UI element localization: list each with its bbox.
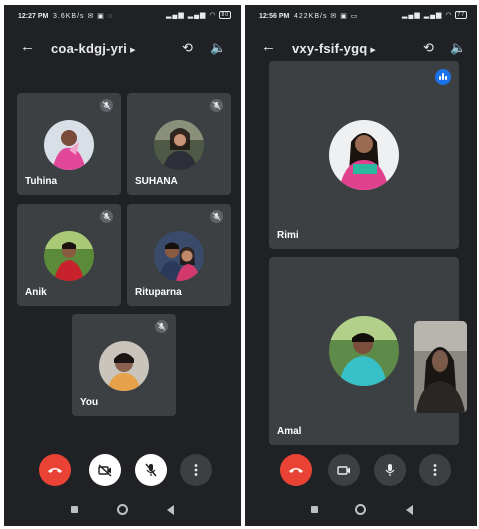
status-speed: 3.6KB/s — [53, 13, 85, 20]
camera-off-button[interactable] — [89, 454, 121, 486]
more-vert-icon — [433, 464, 437, 476]
back-icon[interactable] — [167, 505, 174, 515]
participant-name: Rituparna — [135, 287, 182, 298]
end-call-button[interactable] — [39, 454, 71, 486]
videocam-icon — [337, 466, 350, 475]
status-notification-icons: 3.6KB/s ✉ ▣ ◌ — [53, 13, 113, 20]
mic-off-icon — [210, 210, 223, 223]
participant-name: Tuhina — [25, 176, 58, 187]
mic-off-button[interactable] — [135, 454, 167, 486]
avatar — [154, 231, 204, 281]
android-nav-bar — [4, 496, 241, 526]
participant-tile-anik[interactable]: Anik — [17, 204, 121, 306]
mic-off-icon — [100, 99, 113, 112]
back-arrow-icon[interactable]: ← — [261, 38, 276, 55]
more-vert-icon — [194, 464, 198, 476]
status-time: 12:27 PM — [18, 13, 49, 20]
participant-name: SUHANA — [135, 176, 178, 187]
status-bar: 12:27 PM 3.6KB/s ✉ ▣ ◌ ▂▄▆ ▂▄▆ ◠ 80 — [4, 5, 241, 27]
home-icon[interactable] — [355, 504, 366, 515]
android-nav-bar — [245, 496, 477, 526]
hangup-icon — [289, 468, 303, 473]
participant-name: You — [80, 397, 99, 408]
mic-off-icon — [145, 463, 157, 477]
avatar — [44, 120, 94, 170]
recents-icon[interactable] — [311, 506, 318, 513]
videocam-off-icon — [98, 464, 112, 477]
speaker-icon[interactable]: 🔈 — [450, 40, 466, 56]
back-arrow-icon[interactable]: ← — [20, 38, 35, 55]
switch-camera-icon[interactable]: ⟲ — [182, 40, 193, 56]
call-controls — [245, 454, 477, 490]
status-time: 12:56 PM — [259, 13, 290, 20]
participant-tile-you[interactable]: You — [72, 314, 176, 416]
avatar — [44, 231, 94, 281]
mic-off-icon — [210, 99, 223, 112]
more-options-button[interactable] — [419, 454, 451, 486]
avatar — [99, 341, 149, 391]
right-meet-screen: 12:56 PM 422KB/s ✉ ▣ ▭ ▂▄▆ ▂▄▆ ◠ 77 ← vx… — [245, 5, 477, 526]
more-options-button[interactable] — [180, 454, 212, 486]
caret-right-icon: ▶ — [130, 46, 136, 54]
recents-icon[interactable] — [71, 506, 78, 513]
participant-tile-tuhina[interactable]: Tuhina — [17, 93, 121, 195]
call-header: ← vxy-fsif-ygq ▶ ⟲ 🔈 — [245, 31, 477, 65]
speaker-icon[interactable]: 🔈 — [210, 40, 226, 56]
participant-tile-rituparna[interactable]: Rituparna — [127, 204, 231, 306]
avatar — [329, 120, 399, 190]
left-meet-screen: 12:27 PM 3.6KB/s ✉ ▣ ◌ ▂▄▆ ▂▄▆ ◠ 80 ← co… — [4, 5, 241, 526]
hangup-icon — [48, 468, 62, 473]
battery-icon: 80 — [219, 11, 231, 20]
switch-camera-icon[interactable]: ⟲ — [423, 40, 434, 56]
system-icons: ▂▄▆ ▂▄▆ ◠ 80 — [166, 11, 231, 20]
system-icons: ▂▄▆ ▂▄▆ ◠ 77 — [402, 11, 467, 20]
camera-button[interactable] — [328, 454, 360, 486]
participant-tile-rimi[interactable]: Rimi — [269, 61, 459, 249]
meeting-code-label: coa-kdgj-yri — [51, 41, 128, 56]
participant-name: Rimi — [277, 230, 299, 241]
participant-tile-suhana[interactable]: SUHANA — [127, 93, 231, 195]
status-speed: 422KB/s — [294, 13, 328, 20]
mic-icon — [385, 464, 395, 476]
battery-icon: 77 — [455, 11, 467, 20]
meeting-code-label: vxy-fsif-ygq — [292, 41, 368, 56]
status-bar: 12:56 PM 422KB/s ✉ ▣ ▭ ▂▄▆ ▂▄▆ ◠ 77 — [245, 5, 477, 27]
caret-right-icon: ▶ — [370, 46, 376, 54]
participant-name: Anik — [25, 287, 47, 298]
avatar — [329, 316, 399, 386]
speaking-indicator-icon — [435, 69, 451, 85]
mic-off-icon — [155, 320, 168, 333]
meeting-code[interactable]: coa-kdgj-yri ▶ — [51, 41, 136, 56]
mic-button[interactable] — [374, 454, 406, 486]
call-header: ← coa-kdgj-yri ▶ ⟲ 🔈 — [4, 31, 241, 65]
avatar — [154, 120, 204, 170]
call-controls — [4, 454, 241, 490]
participant-name: Amal — [277, 426, 302, 437]
home-icon[interactable] — [117, 504, 128, 515]
back-icon[interactable] — [406, 505, 413, 515]
end-call-button[interactable] — [280, 454, 312, 486]
self-view-preview[interactable] — [414, 321, 467, 413]
mic-off-icon — [100, 210, 113, 223]
meeting-code[interactable]: vxy-fsif-ygq ▶ — [292, 41, 376, 56]
status-notification-icons: 422KB/s ✉ ▣ ▭ — [294, 13, 359, 20]
